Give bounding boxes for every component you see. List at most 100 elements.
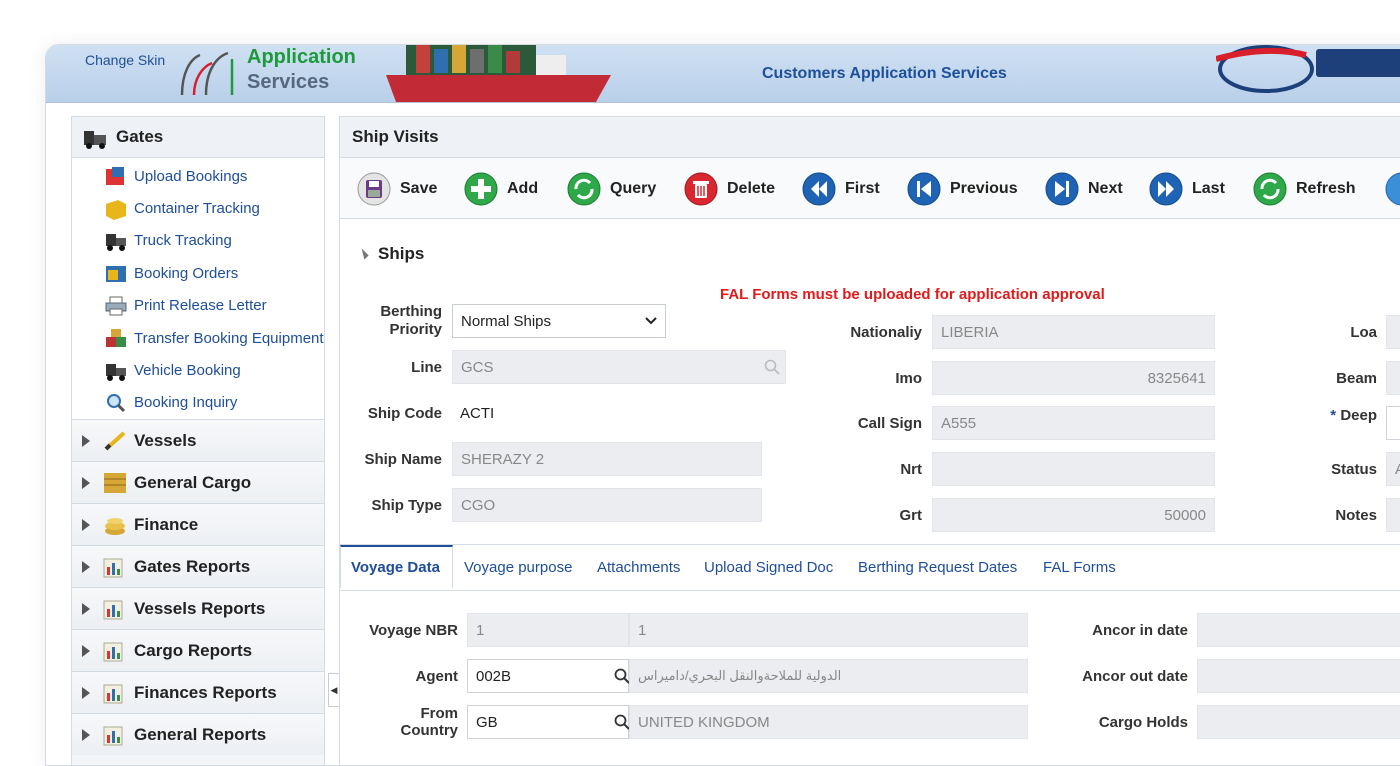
voyage-nbr-secondary-value: 1	[638, 621, 647, 639]
report-icon	[103, 600, 123, 620]
sidebar-section-gates[interactable]: Gates	[72, 117, 324, 158]
imo-label: Imo	[895, 370, 922, 387]
sidebar-section-gates-reports[interactable]: Gates Reports	[72, 545, 324, 588]
line-field[interactable]: GCS	[452, 350, 786, 384]
sidebar-item-booking-orders[interactable]: Booking Orders	[72, 257, 324, 289]
printer-icon	[105, 296, 127, 316]
imo-value: 8325641	[1147, 369, 1206, 387]
beam-field[interactable]	[1386, 361, 1400, 395]
ship-type-field[interactable]: CGO	[452, 488, 762, 522]
query-button[interactable]: Query	[566, 170, 656, 208]
delete-label: Delete	[727, 180, 776, 197]
sidebar-section-label: Finances Reports	[134, 682, 277, 702]
report-icon	[103, 726, 123, 746]
agent-search-icon[interactable]	[614, 668, 630, 684]
line-search-icon[interactable]	[764, 359, 780, 375]
sidebar-section-label: Vessels	[134, 430, 197, 450]
app-logo-icon	[180, 51, 234, 96]
call-sign-field[interactable]: A555	[932, 406, 1215, 440]
sidebar-section-vessels[interactable]: Vessels	[72, 419, 324, 462]
grt-label: Grt	[899, 507, 923, 524]
next-label: Next	[1088, 180, 1123, 197]
sidebar-item-vehicle-booking[interactable]: Vehicle Booking	[72, 354, 324, 386]
voyage-nbr-secondary-field[interactable]: 1	[629, 613, 1028, 647]
sidebar-section-finance[interactable]: Finance	[72, 503, 324, 546]
previous-label: Previous	[950, 180, 1018, 197]
save-button[interactable]: Save	[356, 170, 437, 208]
sidebar-item-container-tracking[interactable]: Container Tracking	[72, 192, 324, 224]
tab-voyage-purpose[interactable]: Voyage purpose	[464, 545, 572, 589]
company-logo-icon	[1216, 45, 1400, 93]
voyage-nbr-field[interactable]: 1	[467, 613, 629, 647]
sidebar-item-label: Vehicle Booking	[134, 362, 241, 380]
agent-name-field[interactable]: الدولية للملاحةوالنقل البحري/داميراس	[629, 659, 1028, 693]
previous-button[interactable]: Previous	[906, 170, 1018, 208]
sidebar-section-gates-label: Gates	[116, 127, 164, 146]
expand-arrow-icon	[82, 728, 90, 741]
sidebar-section-label: Cargo Reports	[134, 640, 253, 660]
ancor-in-field[interactable]	[1197, 613, 1400, 647]
sidebar-item-transfer-booking-equipment[interactable]: Transfer Booking Equipment	[72, 322, 324, 354]
sidebar-item-label: Truck Tracking	[134, 232, 232, 250]
sidebar-section-label: Finance	[134, 514, 199, 534]
tab-voyage-data[interactable]: Voyage Data	[340, 545, 453, 589]
gates-submenu: Upload Bookings Container Tracking Truck…	[72, 158, 324, 420]
nrt-field[interactable]	[932, 452, 1215, 486]
sidebar-section-finances-reports[interactable]: Finances Reports	[72, 671, 324, 714]
call-sign-label: Call Sign	[857, 415, 922, 432]
nationality-field[interactable]: LIBERIA	[932, 315, 1215, 349]
last-label: Last	[1192, 180, 1225, 197]
expand-arrow-icon	[82, 476, 90, 489]
beam-label: Beam	[1336, 370, 1377, 387]
help-button[interactable]	[1384, 170, 1400, 208]
ancor-out-field[interactable]	[1197, 659, 1400, 693]
agent-code-field[interactable]: 002B	[467, 659, 629, 693]
from-country-label-line2: Country	[400, 722, 459, 739]
page-title: Ship Visits	[340, 117, 1400, 158]
berthing-priority-value: Normal Ships	[461, 312, 552, 330]
voyage-nbr-label: Voyage NBR	[369, 622, 458, 639]
imo-field[interactable]: 8325641	[932, 361, 1215, 395]
berthing-priority-label: Berthing Priority	[360, 303, 442, 339]
ship-type-value: CGO	[461, 496, 496, 514]
delete-button[interactable]: Delete	[683, 170, 775, 208]
sidebar-section-vessels-reports[interactable]: Vessels Reports	[72, 587, 324, 630]
status-field[interactable]: A	[1386, 452, 1400, 486]
cargo-icon	[104, 472, 126, 493]
sidebar-section-general-cargo[interactable]: General Cargo	[72, 461, 324, 504]
sidebar-item-booking-inquiry[interactable]: Booking Inquiry	[72, 387, 324, 419]
fal-warning-text: FAL Forms must be uploaded for applicati…	[720, 286, 1105, 303]
last-button[interactable]: Last	[1148, 170, 1225, 208]
next-button[interactable]: Next	[1044, 170, 1123, 208]
add-label: Add	[507, 180, 539, 197]
app-window: Change Skin Application Services Custome…	[45, 44, 1400, 766]
loa-field[interactable]	[1386, 315, 1400, 349]
country-search-icon[interactable]	[614, 714, 630, 730]
sidebar-item-print-release-letter[interactable]: Print Release Letter	[72, 290, 324, 322]
from-country-name-value: UNITED KINGDOM	[638, 713, 770, 731]
tab-berthing-request-dates[interactable]: Berthing Request Dates	[858, 545, 1017, 589]
sidebar-section-cargo-reports[interactable]: Cargo Reports	[72, 629, 324, 672]
tab-attachments[interactable]: Attachments	[597, 545, 680, 589]
refresh-icon	[1253, 172, 1287, 206]
tab-upload-signed-doc[interactable]: Upload Signed Doc	[704, 545, 833, 589]
expand-arrow-icon	[82, 434, 90, 447]
change-skin-link[interactable]: Change Skin	[85, 52, 165, 68]
deep-field[interactable]	[1386, 406, 1400, 440]
berthing-priority-select[interactable]: Normal Ships	[452, 304, 666, 338]
ships-section-header[interactable]: Ships	[357, 244, 424, 264]
sidebar-item-truck-tracking[interactable]: Truck Tracking	[72, 225, 324, 257]
sidebar-item-upload-bookings[interactable]: Upload Bookings	[72, 160, 324, 192]
refresh-button[interactable]: Refresh	[1252, 170, 1356, 208]
first-button[interactable]: First	[801, 170, 880, 208]
sidebar-section-general-reports[interactable]: General Reports	[72, 713, 324, 756]
notes-field[interactable]	[1386, 498, 1400, 532]
last-icon	[1149, 172, 1183, 206]
first-icon	[802, 172, 836, 206]
grt-field[interactable]: 50000	[932, 498, 1215, 532]
transfer-icon	[106, 329, 126, 348]
tab-fal-forms[interactable]: FAL Forms	[1043, 545, 1116, 589]
ship-name-label: Ship Name	[364, 451, 442, 468]
add-button[interactable]: Add	[463, 170, 538, 208]
ship-name-field[interactable]: SHERAZY 2	[452, 442, 762, 476]
